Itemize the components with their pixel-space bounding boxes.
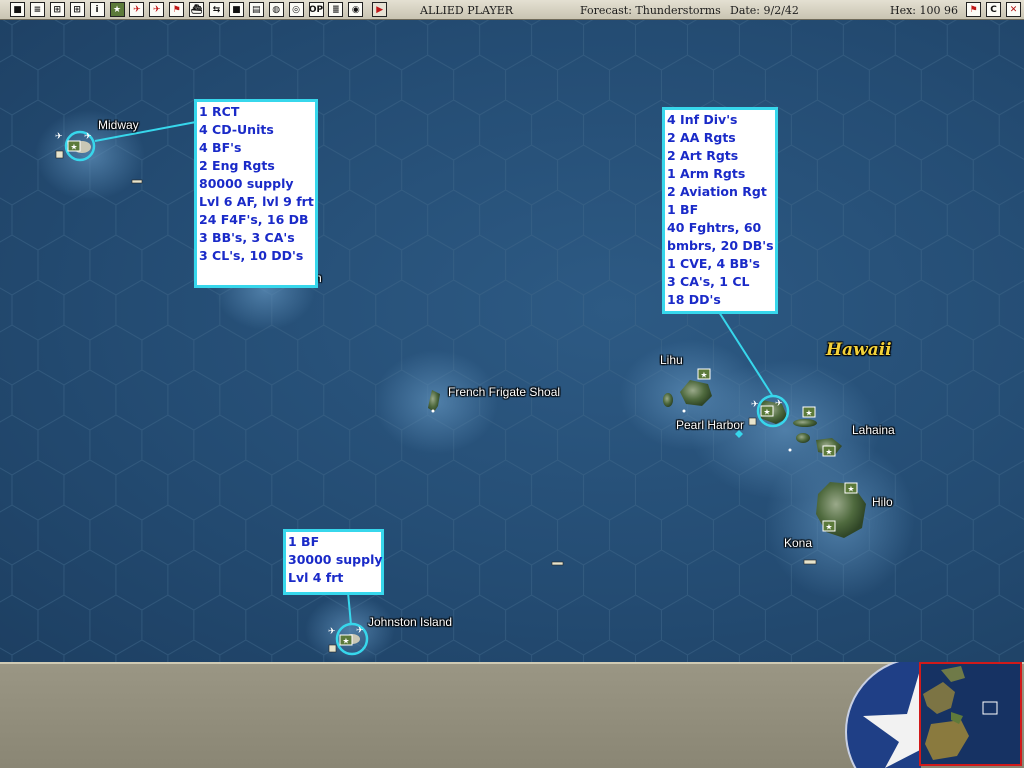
target-icon[interactable]: ◎ [288,2,304,17]
camera-icon[interactable]: ◉ [348,2,364,17]
info-line: 4 BF's [199,140,242,155]
french-frigate-dot [431,409,435,413]
info-line: 2 Art Rgts [667,148,739,163]
info-line: 3 CL's, 10 DD's [199,248,304,263]
midway-info-lines: 1 RCT 4 CD-Units 4 BF's 2 Eng Rgts 80000 sup… [199,103,314,265]
kona-label[interactable]: Kona [784,536,812,550]
info-line: 80000 supply [199,176,294,191]
info-line: 18 DD's [667,292,721,307]
info-line: 2 Eng Rgts [199,158,275,173]
op-icon[interactable]: OP [308,2,324,17]
svg-text:★: ★ [847,485,854,494]
info-line: 40 Fghtrs, 60 [667,220,762,235]
svg-text:✈: ✈ [751,400,759,410]
top-toolbar: ■ ≡ ⊞ ⊞ i ★ ✈ ✈ ⚑ ⛴ ⇆ ■ ▤ ◍ ◎ OP ≣ ◉ ▶ ALLIED PLAYER Forec… [0,0,1024,20]
base-icon[interactable]: ▤ [248,2,264,17]
johnston-label[interactable]: Johnston Island [368,615,452,629]
lihu-label[interactable]: Lihu [660,353,683,367]
svg-text:★: ★ [805,409,812,418]
johnston-info-box: 1 BF 30000 supply Lvl 4 frt [283,529,384,595]
info-icon[interactable]: i [89,2,105,17]
fighter-plane-icon[interactable]: ✈ [129,2,145,17]
info-line: 4 Inf Div's [667,112,738,127]
hawaii-region-label: Hawaii [826,340,892,360]
list-icon[interactable]: ≣ [328,2,344,17]
info-line: 30000 supply [288,552,383,567]
close-icon[interactable]: ✕ [1006,2,1021,17]
info-line: 24 F4F's, 16 DB [199,212,309,227]
c-icon[interactable]: C [986,2,1001,17]
player-label: ALLIED PLAYER [420,4,514,17]
svg-text:✈: ✈ [356,626,364,636]
globe-icon[interactable]: ◍ [268,2,284,17]
date-label: Date: 9/2/42 [730,4,799,17]
info-line: 1 BF [288,534,320,549]
star-icon[interactable]: ★ [109,2,125,17]
johnston-info-lines: 1 BF 30000 supply Lvl 4 frt [288,533,383,587]
svg-text:★: ★ [70,143,77,152]
molokai-island [793,419,817,427]
lahaina-dot [788,448,792,452]
niihau-island [663,393,673,407]
info-line: Lvl 4 frt [288,570,344,585]
info-line: 2 AA Rgts [667,130,736,145]
squares-icon[interactable]: ■ [228,2,244,17]
svg-text:★: ★ [700,371,707,380]
info-line: bmbrs, 20 DB's [667,238,774,253]
svg-text:✈: ✈ [84,132,92,142]
info-line: 1 RCT [199,104,240,119]
info-line: 1 BF [667,202,699,217]
midway-label[interactable]: Midway [98,118,139,132]
info-line: 1 Arm Rgts [667,166,746,181]
info-line: Lvl 6 AF, lvl 9 frt [199,194,314,209]
document-icon[interactable]: ≡ [29,2,45,17]
info-line: 2 Aviation Rgt [667,184,767,199]
group-icon[interactable]: ⊞ [69,2,85,17]
info-line: 3 CA's, 1 CL [667,274,750,289]
map-view[interactable]: ★ ★ ★ ★ ★ ★ ★ ★ ✈ ✈ ✈ ✈ ✈ ✈ Hawaii Midwa… [0,20,1024,662]
flag-toggle-icon[interactable]: ⚑ [966,2,981,17]
flag-icon[interactable]: ⚑ [169,2,185,17]
ship-icon[interactable]: ⛴ [189,2,205,17]
info-line: 3 BB's, 3 CA's [199,230,295,245]
lahaina-label[interactable]: Lahaina [852,423,895,437]
allied-star-emblem [845,662,921,768]
midway-info-box: 1 RCT 4 CD-Units 4 BF's 2 Eng Rgts 80000 sup… [194,99,318,288]
french-frigate-label[interactable]: French Frigate Shoal [448,385,560,399]
info-line: 4 CD-Units [199,122,274,137]
transfer-icon[interactable]: ⇆ [209,2,224,17]
svg-text:★: ★ [825,448,832,457]
minimap[interactable] [919,662,1022,766]
pearl-harbor-label[interactable]: Pearl Harbor [676,418,744,432]
svg-text:✈: ✈ [55,132,63,142]
svg-text:★: ★ [825,523,832,532]
save-icon[interactable]: ■ [10,2,25,17]
hawaii-info-lines: 4 Inf Div's 2 AA Rgts 2 Art Rgts 1 Arm Rgts… [667,111,774,309]
svg-text:✈: ✈ [775,399,783,409]
hex-label: Hex: 100 96 [890,4,958,17]
info-line: 1 CVE, 4 BB's [667,256,760,271]
end-turn-icon[interactable]: ▶ [372,2,388,17]
svg-text:✈: ✈ [328,627,336,637]
svg-text:★: ★ [342,637,349,646]
report-icon[interactable]: ⊞ [49,2,65,17]
hilo-label[interactable]: Hilo [872,495,893,509]
forecast-label: Forecast: Thunderstorms [580,4,721,17]
hawaii-info-box: 4 Inf Div's 2 AA Rgts 2 Art Rgts 1 Arm Rgts… [662,107,778,314]
svg-text:★: ★ [763,408,770,417]
lanai-island [796,433,810,443]
bomber-plane-icon[interactable]: ✈ [149,2,165,17]
lihu-dot [682,409,686,413]
